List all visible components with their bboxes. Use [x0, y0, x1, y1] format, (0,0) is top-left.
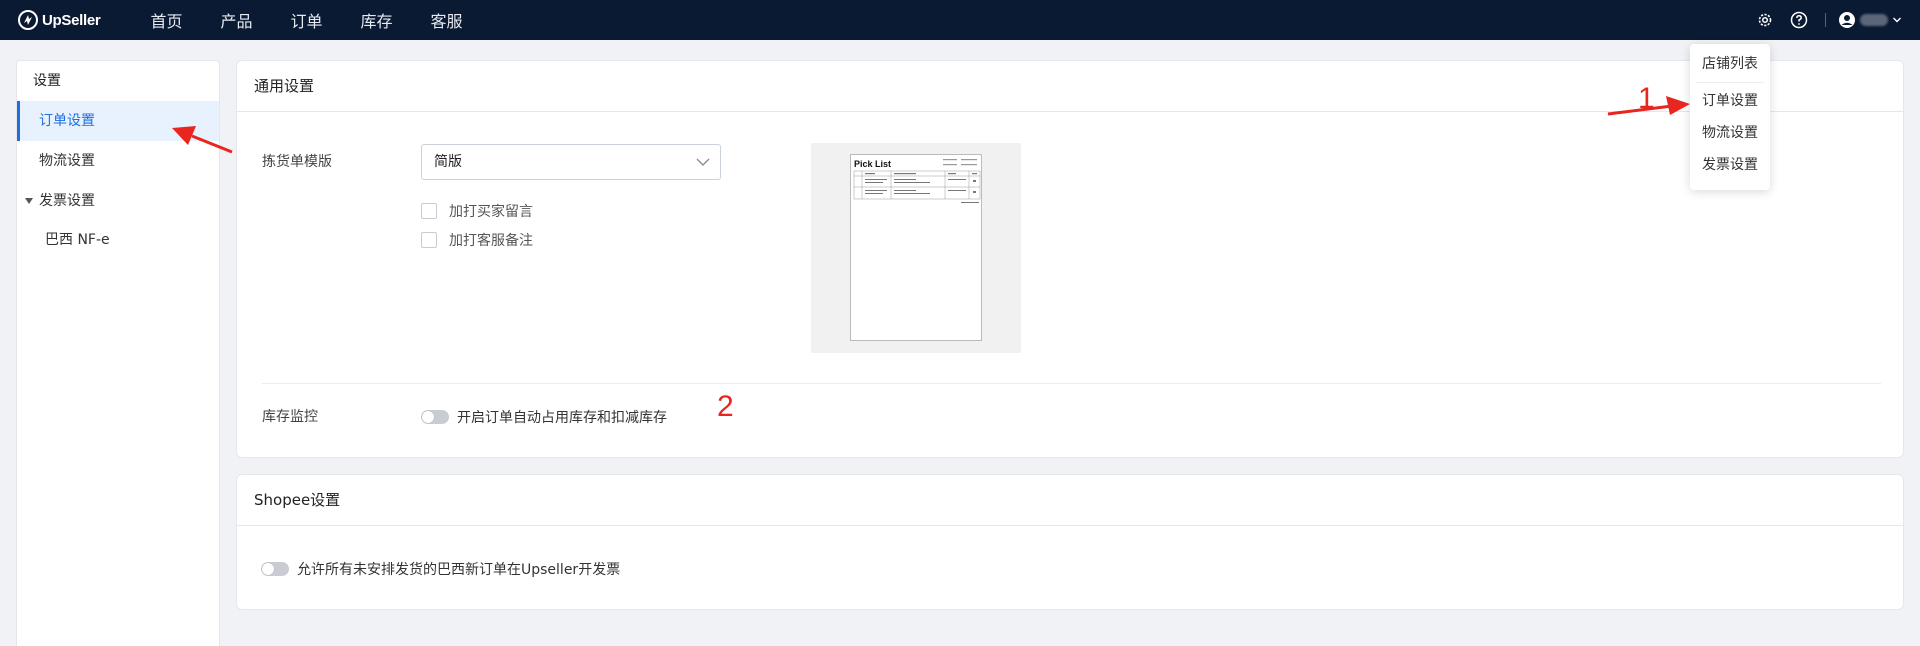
annotation-arrows	[172, 96, 1690, 154]
arrow-to-sidebar-order-settings-icon	[172, 126, 233, 154]
arrow-to-menu-order-settings-icon	[1607, 96, 1690, 116]
